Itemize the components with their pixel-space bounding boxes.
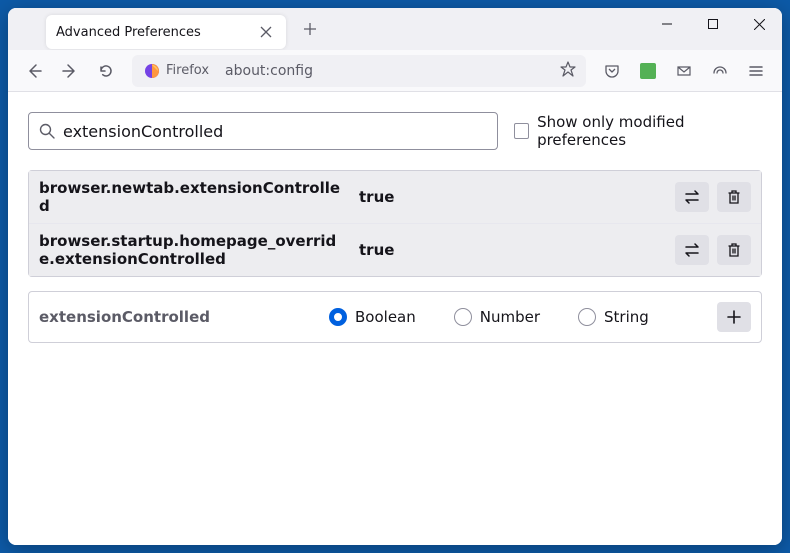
pref-name: browser.startup.homepage_override.extens… bbox=[39, 232, 359, 268]
account-icon bbox=[712, 63, 728, 79]
add-pref-name: extensionControlled bbox=[39, 308, 329, 326]
hamburger-icon bbox=[748, 63, 764, 79]
maximize-icon bbox=[708, 19, 718, 29]
radio-label: Number bbox=[480, 308, 540, 326]
radio-boolean[interactable]: Boolean bbox=[329, 308, 416, 326]
pref-row[interactable]: browser.newtab.extensionControlled true bbox=[29, 171, 761, 224]
toggle-arrows-icon bbox=[683, 190, 701, 204]
radio-number[interactable]: Number bbox=[454, 308, 540, 326]
back-button[interactable] bbox=[18, 55, 50, 87]
delete-button[interactable] bbox=[717, 182, 751, 212]
plus-icon bbox=[727, 310, 741, 324]
arrow-right-icon bbox=[62, 63, 78, 79]
reload-icon bbox=[98, 63, 114, 79]
pref-value: true bbox=[359, 188, 675, 206]
search-input[interactable] bbox=[63, 122, 487, 141]
bookmark-button[interactable] bbox=[560, 61, 576, 81]
add-preference-row: extensionControlled Boolean Number Strin… bbox=[28, 291, 762, 343]
add-button[interactable] bbox=[717, 302, 751, 332]
firefox-logo-icon bbox=[144, 63, 160, 79]
trash-icon bbox=[727, 189, 741, 205]
radio-icon bbox=[454, 308, 472, 326]
checkbox-icon bbox=[514, 123, 529, 139]
close-tab-button[interactable] bbox=[256, 22, 276, 42]
reload-button[interactable] bbox=[90, 55, 122, 87]
plus-icon bbox=[303, 22, 317, 36]
browser-window: Advanced Preferences Firefox about:confi… bbox=[8, 8, 782, 545]
minimize-button[interactable] bbox=[644, 8, 690, 40]
radio-icon bbox=[578, 308, 596, 326]
nav-toolbar: Firefox about:config bbox=[8, 50, 782, 92]
delete-button[interactable] bbox=[717, 235, 751, 265]
account-button[interactable] bbox=[704, 55, 736, 87]
show-modified-checkbox[interactable]: Show only modified preferences bbox=[514, 113, 762, 149]
toolbar-icons bbox=[596, 55, 772, 87]
toggle-arrows-icon bbox=[683, 243, 701, 257]
trash-icon bbox=[727, 242, 741, 258]
type-radio-group: Boolean Number String bbox=[329, 308, 717, 326]
pref-value: true bbox=[359, 241, 675, 259]
pocket-button[interactable] bbox=[596, 55, 628, 87]
show-modified-label: Show only modified preferences bbox=[537, 113, 762, 149]
tab-advanced-preferences[interactable]: Advanced Preferences bbox=[46, 15, 286, 49]
mail-icon bbox=[676, 63, 692, 79]
pref-name: browser.newtab.extensionControlled bbox=[39, 179, 359, 215]
maximize-button[interactable] bbox=[690, 8, 736, 40]
menu-button[interactable] bbox=[740, 55, 772, 87]
tab-strip: Advanced Preferences bbox=[8, 8, 324, 50]
search-box[interactable] bbox=[28, 112, 498, 150]
pocket-icon bbox=[604, 63, 620, 79]
identity-label: Firefox bbox=[166, 63, 209, 78]
preferences-table: browser.newtab.extensionControlled true … bbox=[28, 170, 762, 277]
radio-label: Boolean bbox=[355, 308, 416, 326]
pref-actions bbox=[675, 235, 751, 265]
search-icon bbox=[39, 123, 55, 139]
window-controls bbox=[644, 8, 782, 50]
radio-label: String bbox=[604, 308, 649, 326]
tab-title: Advanced Preferences bbox=[56, 25, 256, 40]
close-window-button[interactable] bbox=[736, 8, 782, 40]
extension-button[interactable] bbox=[632, 55, 664, 87]
toggle-button[interactable] bbox=[675, 235, 709, 265]
identity-box[interactable]: Firefox bbox=[142, 61, 217, 81]
star-icon bbox=[560, 61, 576, 77]
close-icon bbox=[754, 19, 765, 30]
radio-string[interactable]: String bbox=[578, 308, 649, 326]
search-row: Show only modified preferences bbox=[8, 92, 782, 166]
pref-actions bbox=[675, 182, 751, 212]
new-tab-button[interactable] bbox=[296, 15, 324, 43]
pref-row[interactable]: browser.startup.homepage_override.extens… bbox=[29, 224, 761, 276]
close-icon bbox=[260, 26, 272, 38]
titlebar: Advanced Preferences bbox=[8, 8, 782, 50]
url-text: about:config bbox=[225, 63, 552, 79]
page-content: Show only modified preferences browser.n… bbox=[8, 92, 782, 545]
radio-checked-icon bbox=[329, 308, 347, 326]
extension-badge-icon bbox=[640, 63, 656, 79]
forward-button[interactable] bbox=[54, 55, 86, 87]
arrow-left-icon bbox=[26, 63, 42, 79]
url-bar[interactable]: Firefox about:config bbox=[132, 55, 586, 87]
toggle-button[interactable] bbox=[675, 182, 709, 212]
inbox-button[interactable] bbox=[668, 55, 700, 87]
minimize-icon bbox=[662, 19, 672, 29]
